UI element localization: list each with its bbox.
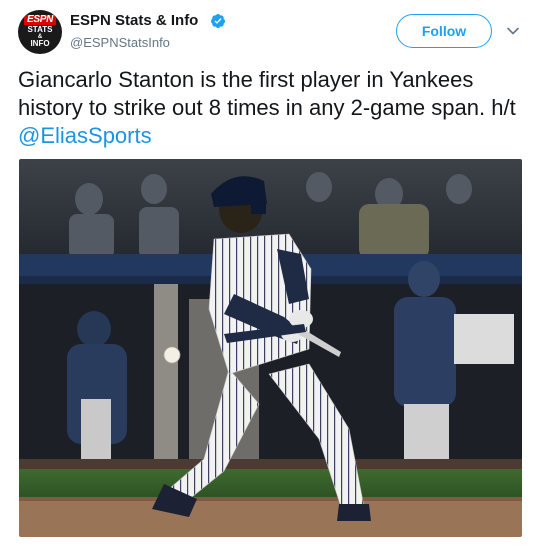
tweet-body: Giancarlo Stanton is the first player in…: [18, 67, 516, 120]
avatar-logo-espn: ESPN: [23, 14, 57, 25]
avatar[interactable]: ESPN STATS & INFO: [18, 10, 62, 54]
tweet-photo[interactable]: [19, 159, 522, 537]
mention-link[interactable]: @EliasSports: [18, 123, 152, 148]
baseball-photo: [19, 159, 522, 537]
tweet-text: Giancarlo Stanton is the first player in…: [18, 66, 533, 150]
display-name[interactable]: ESPN Stats & Info: [70, 12, 198, 29]
avatar-logo-stats: STATS: [27, 24, 53, 34]
account-handle[interactable]: @ESPNStatsInfo: [70, 35, 170, 50]
chevron-down-icon[interactable]: [506, 24, 520, 38]
baseball: [163, 346, 181, 364]
follow-button[interactable]: Follow: [396, 14, 492, 48]
verified-badge-icon: [211, 14, 225, 28]
tweet-card: ESPN STATS & INFO ESPN Stats & Info @ESP…: [0, 0, 543, 548]
avatar-logo-info: INFO: [30, 38, 50, 48]
